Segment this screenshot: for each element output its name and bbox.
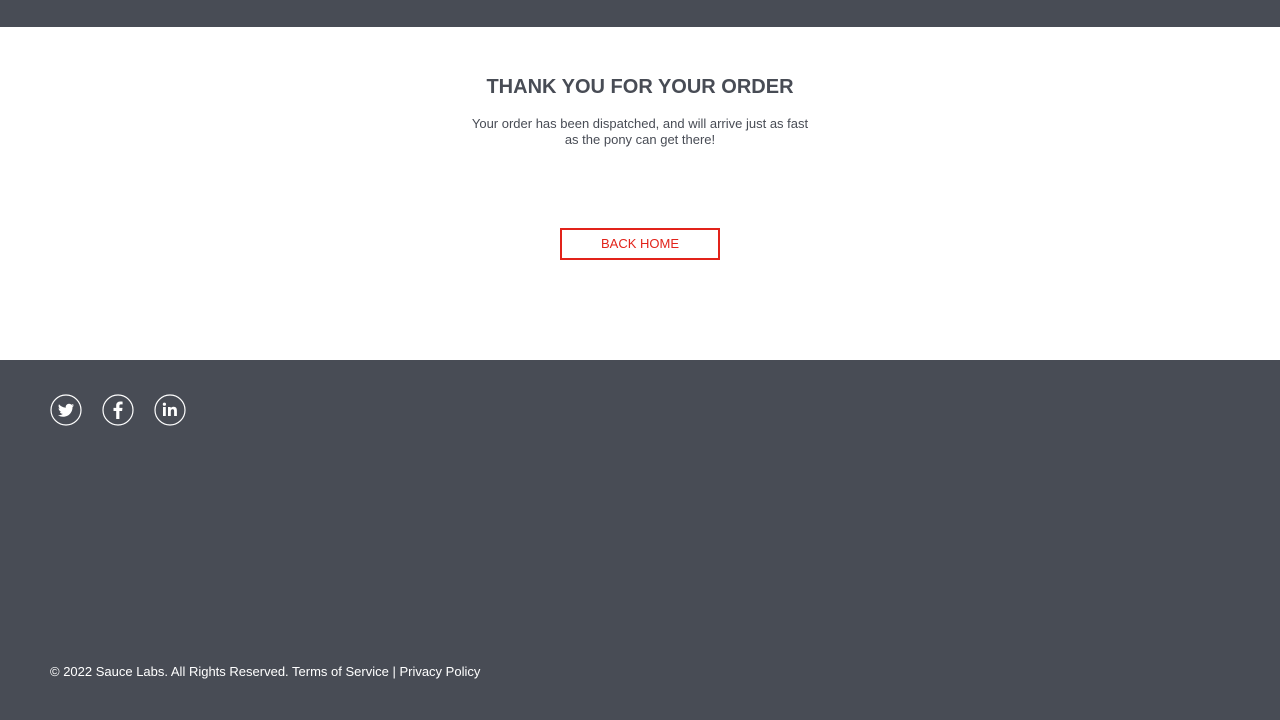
linkedin-icon bbox=[154, 394, 186, 426]
facebook-icon bbox=[102, 394, 134, 426]
twitter-icon bbox=[50, 394, 82, 426]
back-home-button[interactable]: BACK HOME bbox=[560, 228, 720, 260]
complete-header: THANK YOU FOR YOUR ORDER bbox=[486, 76, 794, 98]
checkout-complete-container: THANK YOU FOR YOUR ORDER Your order has … bbox=[0, 27, 1280, 360]
footer: © 2022 Sauce Labs. All Rights Reserved. … bbox=[0, 360, 1280, 720]
footer-copyright: © 2022 Sauce Labs. All Rights Reserved. … bbox=[50, 664, 481, 679]
social-facebook-link[interactable] bbox=[102, 394, 134, 426]
social-linkedin-link[interactable] bbox=[154, 394, 186, 426]
social-twitter-link[interactable] bbox=[50, 394, 82, 426]
complete-text: Your order has been dispatched, and will… bbox=[471, 116, 809, 147]
social-links bbox=[50, 394, 186, 426]
header-bar bbox=[0, 0, 1280, 27]
